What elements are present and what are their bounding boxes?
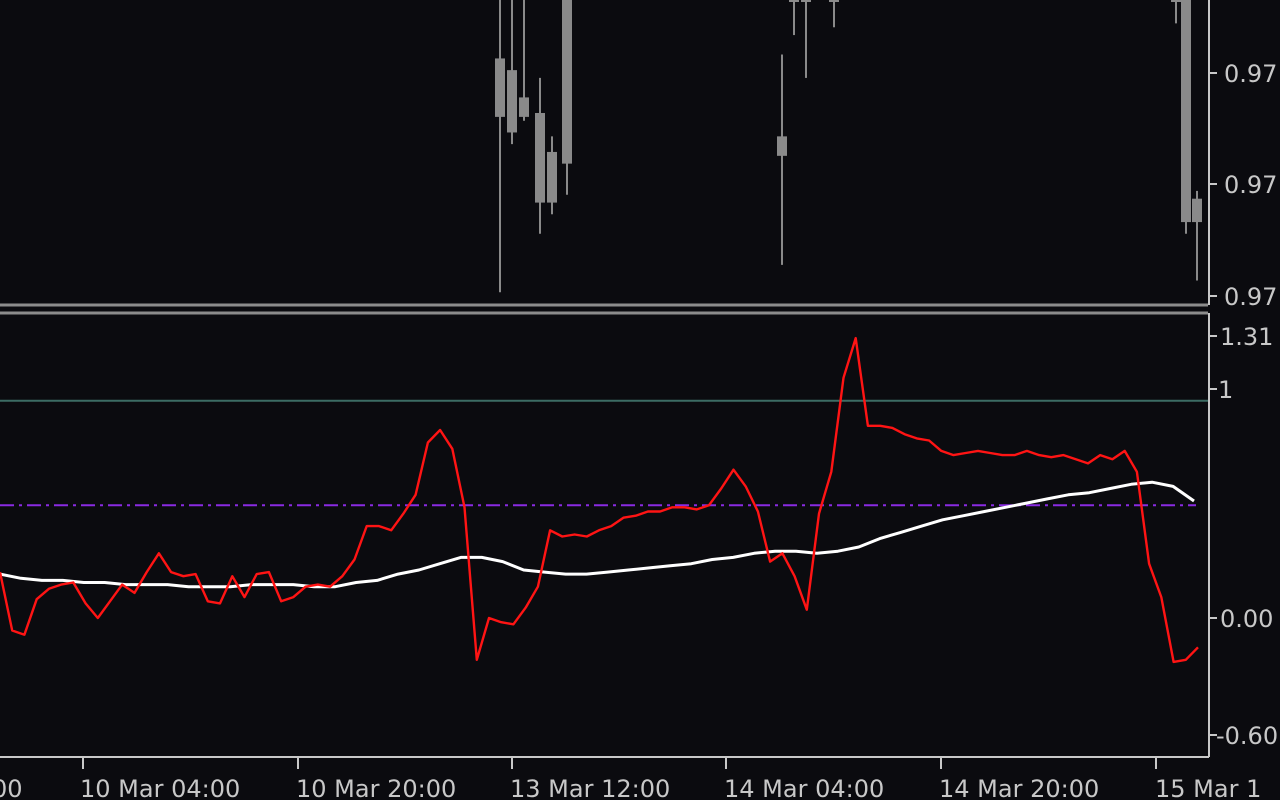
candle-body <box>801 0 811 2</box>
candle-body <box>547 151 557 203</box>
time-label-5: 14 Mar 20:00 <box>939 775 1099 800</box>
time-label-3: 13 Mar 12:00 <box>510 775 670 800</box>
price-label-1: 0.97 <box>1224 60 1277 88</box>
indicator-label-zero: 0.00 <box>1220 605 1273 633</box>
price-label-2: 0.97 <box>1224 171 1277 199</box>
candle-body <box>519 97 529 117</box>
candle-body <box>789 0 799 2</box>
time-label-6: 15 Mar 1 <box>1155 775 1261 800</box>
candle-body <box>1192 198 1202 223</box>
indicator-label-level: 1 <box>1218 376 1233 404</box>
time-label-4: 14 Mar 04:00 <box>724 775 884 800</box>
candle-body <box>1181 0 1191 223</box>
trading-chart[interactable]: 0.97 0.97 0.97 1.31 1 0.00 -0.60 0 10 Ma… <box>0 0 1280 800</box>
candle-body <box>777 136 787 156</box>
candle-body <box>829 0 839 2</box>
time-label-0: 00 <box>0 775 23 800</box>
candle-body <box>562 0 572 164</box>
price-label-3: 0.97 <box>1224 283 1277 311</box>
candle-body <box>535 112 545 203</box>
time-label-2: 10 Mar 20:00 <box>296 775 456 800</box>
candle-body <box>495 58 505 117</box>
candle-body <box>507 70 517 133</box>
indicator-label-max: 1.31 <box>1220 323 1273 351</box>
time-label-1: 10 Mar 04:00 <box>80 775 240 800</box>
indicator-label-min: -0.60 <box>1216 722 1278 750</box>
